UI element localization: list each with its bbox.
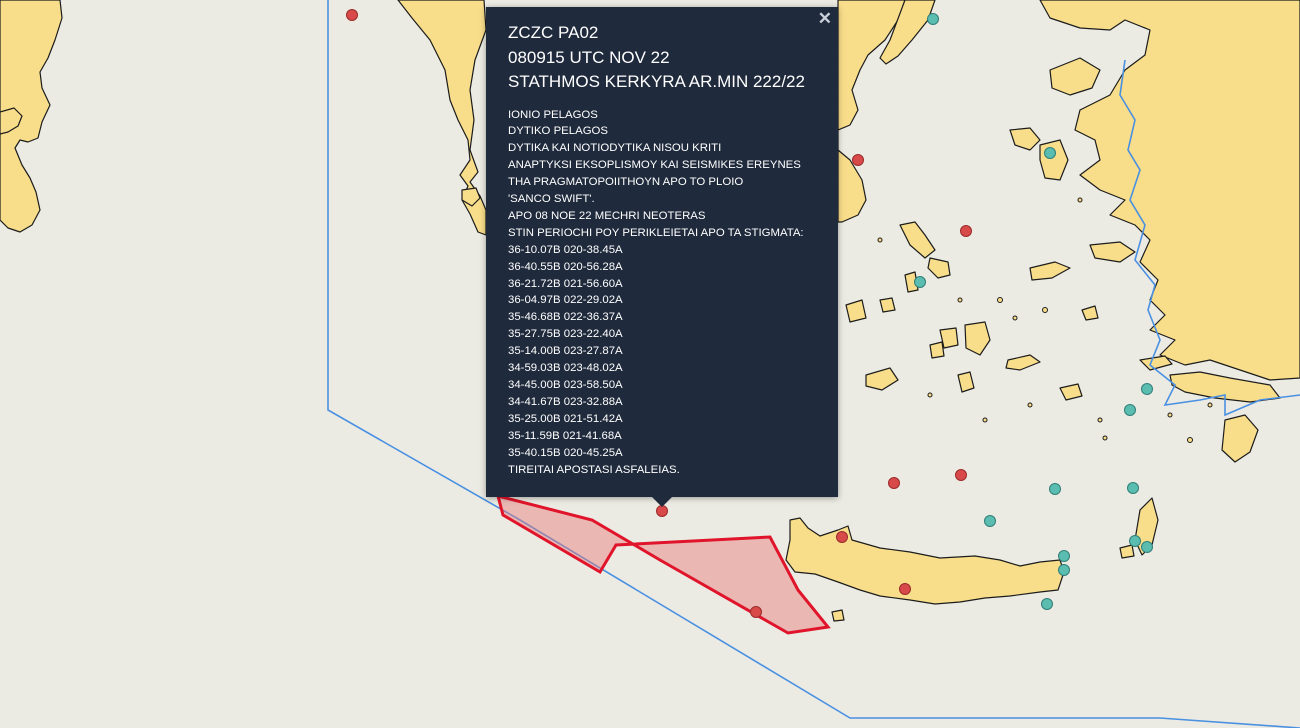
coordinate-line: 34-45.00B 023-58.50A	[508, 379, 623, 391]
navwarning-marker[interactable]	[1058, 564, 1070, 576]
coordinate-line: 36-40.55B 020-56.28A	[508, 260, 623, 273]
coordinate-line: 36-10.07B 020-38.45A	[508, 243, 623, 256]
coordinate-line: 34-41.67B 023-32.88A	[508, 395, 623, 408]
navwarning-marker[interactable]	[927, 13, 939, 25]
popup-body-line: ANAPTYKSI EKSOPLISMOY KAI SEISMIKES EREY…	[508, 159, 801, 172]
navwarning-marker-selected[interactable]	[656, 505, 668, 517]
navwarning-popup: ✕ ZCZC PA02 080915 UTC NOV 22 STATHMOS K…	[486, 7, 838, 507]
coordinate-line: 35-40.15B 020-45.25A	[508, 446, 623, 459]
land-serifos	[879, 297, 896, 313]
navwarning-marker[interactable]	[914, 276, 926, 288]
navwarning-marker[interactable]	[888, 477, 900, 489]
popup-body-line: DYTIKO PELAGOS	[508, 125, 609, 138]
navwarning-marker[interactable]	[1124, 404, 1136, 416]
coordinate-line: 36-21.72B 021-56.60A	[508, 277, 623, 290]
coordinate-line: 34-59.03B 023-48.02A	[508, 362, 623, 375]
navwarning-marker[interactable]	[1044, 147, 1056, 159]
close-icon[interactable]: ✕	[818, 10, 832, 28]
navwarning-marker[interactable]	[1058, 550, 1070, 562]
navwarning-marker[interactable]	[984, 515, 996, 527]
coordinate-line: 36-04.97B 022-29.02A	[508, 294, 623, 307]
navwarning-marker[interactable]	[346, 9, 358, 21]
popup-header: ZCZC PA02 080915 UTC NOV 22 STATHMOS KER…	[508, 21, 818, 95]
navwarning-marker[interactable]	[1141, 541, 1153, 553]
popup-body-line: APO 08 NOE 22 MECHRI NEOTERAS	[508, 209, 706, 222]
coordinate-line: 35-11.59B 021-41.68A	[508, 429, 622, 442]
popup-header-line: ZCZC PA02	[508, 23, 599, 42]
popup-pointer	[651, 496, 673, 507]
navwarning-marker[interactable]	[1041, 598, 1053, 610]
land-ios	[929, 341, 945, 359]
navwarning-marker[interactable]	[750, 606, 762, 618]
land-gavdos	[831, 609, 845, 622]
navwarning-marker[interactable]	[1141, 383, 1153, 395]
popup-header-line: 080915 UTC NOV 22	[508, 47, 670, 67]
popup-body: IONIO PELAGOS DYTIKO PELAGOS DYTIKA KAI …	[508, 107, 818, 479]
popup-header-line: STATHMOS KERKYRA AR.MIN 222/22	[508, 72, 805, 91]
coordinate-line: 35-25.00B 021-51.42A	[508, 412, 623, 425]
popup-body-line: DYTIKA KAI NOTIODYTIKA NISOU KRITI	[508, 142, 722, 155]
popup-body-line: TIREITAI APOSTASI ASFALEIAS.	[508, 463, 680, 476]
navwarning-marker[interactable]	[1049, 483, 1061, 495]
navwarning-marker[interactable]	[1127, 482, 1139, 494]
popup-body-line: STIN PERIOCHI POY PERIKLEIETAI APO TA ST…	[508, 226, 804, 239]
popup-body-line: THA PRAGMATOPOIITHOYN APO TO PLOIO	[508, 176, 744, 189]
land-kasos	[1119, 544, 1135, 559]
navwarning-marker[interactable]	[899, 583, 911, 595]
navwarning-marker[interactable]	[836, 531, 848, 543]
navwarning-marker[interactable]	[955, 469, 967, 481]
navwarning-marker[interactable]	[852, 154, 864, 166]
coordinate-line: 35-46.68B 022-36.37A	[508, 311, 623, 324]
navwarning-marker[interactable]	[1129, 535, 1141, 547]
coordinate-line: 35-27.75B 023-22.40A	[508, 328, 623, 341]
coordinate-line: 35-14.00B 023-27.87A	[508, 345, 623, 358]
popup-body-line: 'SANCO SWIFT'.	[508, 193, 595, 206]
navwarning-marker[interactable]	[960, 225, 972, 237]
popup-body-line: IONIO PELAGOS	[508, 108, 598, 121]
